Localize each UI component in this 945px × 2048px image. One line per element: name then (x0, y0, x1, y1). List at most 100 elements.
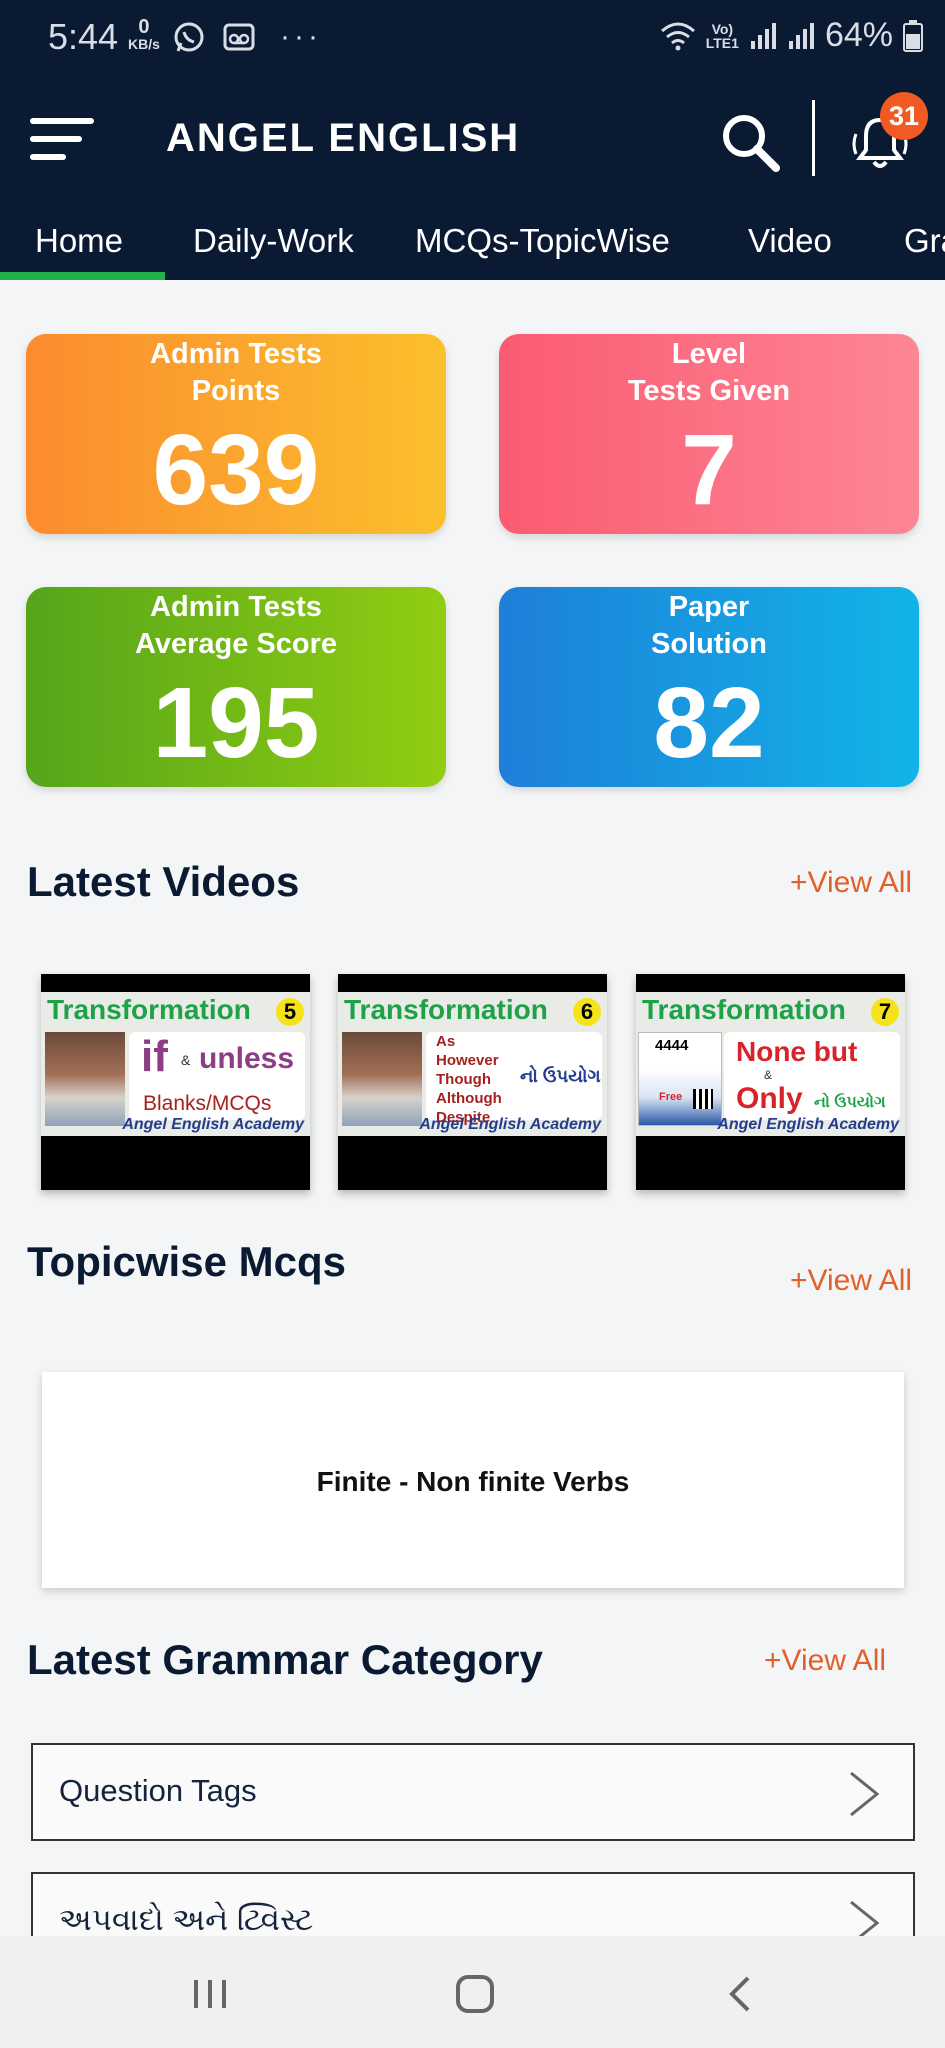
tab-bar: Home Daily-Work MCQs-TopicWise Video Gra (0, 204, 945, 280)
network-speed: 0 KB/s (128, 16, 160, 52)
grammar-title: Latest Grammar Category (27, 1636, 543, 1683)
stat-card-title-line-2: Solution (651, 628, 767, 660)
video-word: Though (436, 1071, 491, 1088)
stat-card-value: 639 (152, 414, 320, 526)
video-number-badge: 5 (276, 998, 304, 1026)
grammar-item-label: Question Tags (59, 1773, 257, 1808)
presenter-photo (45, 1032, 125, 1126)
video-thumbnail-image: Transformation 7 4444 Free None but & On… (636, 992, 905, 1136)
stat-card-title: Level Tests Given (499, 334, 919, 410)
video-footer: Angel English Academy (419, 1116, 601, 1133)
book-count: 4444 (655, 1037, 689, 1054)
presenter-photo (342, 1032, 422, 1126)
video-word-list: As However Though Although Despite (436, 1032, 502, 1127)
battery-percent: 64% (824, 16, 893, 54)
tab-home[interactable]: Home (35, 222, 123, 260)
video-footer: Angel English Academy (122, 1116, 304, 1133)
video-text-only: Only (736, 1082, 803, 1115)
video-number-badge: 6 (573, 998, 601, 1026)
chevron-right-icon (850, 1771, 880, 1817)
stat-card-level-tests[interactable]: Level Tests Given 7 (499, 334, 919, 534)
stat-card-value: 195 (152, 667, 320, 779)
video-word: As (436, 1033, 456, 1050)
video-number-badge: 7 (871, 998, 899, 1026)
video-text-if: if (141, 1032, 168, 1081)
notification-badge: 31 (880, 92, 928, 140)
video-topic-box: As However Though Although Despite નો ઉપ… (426, 1032, 602, 1126)
stat-card-title-line-2: Points (191, 375, 281, 407)
qr-code-image (693, 1089, 713, 1109)
home-icon[interactable] (445, 1964, 505, 2024)
stat-card-title-line-1: Admin Tests (150, 338, 322, 370)
recent-apps-icon[interactable] (180, 1964, 240, 2024)
stat-card-title-line-1: Admin Tests (150, 591, 322, 623)
tab-video[interactable]: Video (748, 222, 832, 260)
stat-card-title-line-1: Paper (668, 591, 750, 623)
volte-label-bottom: LTE1 (705, 34, 739, 51)
whatsapp-icon (174, 22, 204, 52)
book-free-label: Free (659, 1091, 683, 1103)
stat-card-value: 7 (681, 414, 737, 526)
app-title: ANGEL ENGLISH (166, 116, 521, 160)
notification-icons: ··· (172, 20, 322, 54)
video-footer: Angel English Academy (717, 1116, 899, 1133)
network-speed-value: 0 (138, 16, 150, 38)
app-bar-divider (812, 100, 815, 176)
video-word: Although (436, 1090, 502, 1107)
stat-card-title-line-2: Average Score (134, 628, 338, 660)
tab-grammar[interactable]: Gra (904, 222, 945, 260)
video-thumbnail-2[interactable]: Transformation 6 As However Though Altho… (338, 974, 607, 1190)
system-navigation-bar (0, 1936, 945, 2048)
grammar-item-label: અપવાદો અને ટ્વિસ્ટ (59, 1902, 314, 1937)
video-word: However (436, 1052, 499, 1069)
active-tab-indicator (0, 272, 165, 280)
wifi-icon (660, 22, 695, 50)
video-heading: Transformation (344, 994, 548, 1025)
video-text-none-but: None but (736, 1036, 858, 1067)
stat-card-title: Paper Solution (499, 587, 919, 663)
video-thumbnail-3[interactable]: Transformation 7 4444 Free None but & On… (636, 974, 905, 1190)
more-notifications-icon: ··· (280, 20, 322, 53)
status-time: 5:44 (48, 16, 119, 57)
stat-card-value: 82 (653, 667, 765, 779)
stat-card-title-line-1: Level (671, 338, 747, 370)
tab-mcqs-topicwise[interactable]: MCQs-TopicWise (415, 222, 670, 260)
menu-icon-line-3 (30, 154, 66, 160)
latest-videos-view-all-link[interactable]: +View All (790, 866, 912, 900)
grammar-list-item[interactable]: Question Tags (31, 1743, 915, 1841)
stat-card-paper-solution[interactable]: Paper Solution 82 (499, 587, 919, 787)
topicwise-view-all-link[interactable]: +View All (790, 1264, 912, 1298)
volte-label: Vo) LTE1 (706, 22, 739, 50)
menu-icon-line-2 (30, 136, 82, 142)
back-icon[interactable] (710, 1964, 770, 2024)
latest-videos-title: Latest Videos (27, 858, 300, 905)
video-text-unless: unless (199, 1042, 295, 1075)
video-heading: Transformation (642, 994, 846, 1025)
network-speed-unit: KB/s (128, 36, 160, 52)
stat-card-title: Admin Tests Points (26, 334, 446, 410)
topic-card[interactable]: Finite - Non finite Verbs (42, 1372, 904, 1588)
signal-icon-2 (788, 22, 814, 49)
video-gujarati-text: નો ઉપયોગ (520, 1066, 601, 1086)
grammar-view-all-link[interactable]: +View All (764, 1644, 886, 1678)
book-cover-image: 4444 Free (638, 1032, 722, 1126)
menu-button[interactable] (30, 118, 98, 162)
stat-card-admin-points[interactable]: Admin Tests Points 639 (26, 334, 446, 534)
system-indicators: Vo) LTE1 64% (660, 16, 923, 55)
status-bar: 5:44 0 KB/s ··· Vo) LTE1 64% (0, 0, 945, 76)
search-icon[interactable] (718, 110, 782, 174)
video-text-amp: & (181, 1052, 191, 1068)
video-gujarati-text: નો ઉપયોગ (814, 1094, 886, 1111)
stat-card-average-score[interactable]: Admin Tests Average Score 195 (26, 587, 446, 787)
video-thumbnail-1[interactable]: Transformation 5 if & unless Blanks/MCQs… (41, 974, 310, 1190)
video-thumbnail-image: Transformation 5 if & unless Blanks/MCQs… (41, 992, 310, 1136)
app-bar: ANGEL ENGLISH 31 (0, 76, 945, 204)
signal-icon (750, 22, 776, 49)
topic-card-label: Finite - Non finite Verbs (316, 1466, 630, 1497)
tab-daily-work[interactable]: Daily-Work (193, 222, 354, 260)
video-topic-box: if & unless Blanks/MCQs (129, 1032, 305, 1120)
battery-icon (903, 19, 923, 52)
volte-label-top: Vo) (711, 20, 734, 37)
video-text-amp: & (764, 1068, 773, 1082)
video-topic-box: None but & Only નો ઉપયોગ (724, 1032, 900, 1120)
